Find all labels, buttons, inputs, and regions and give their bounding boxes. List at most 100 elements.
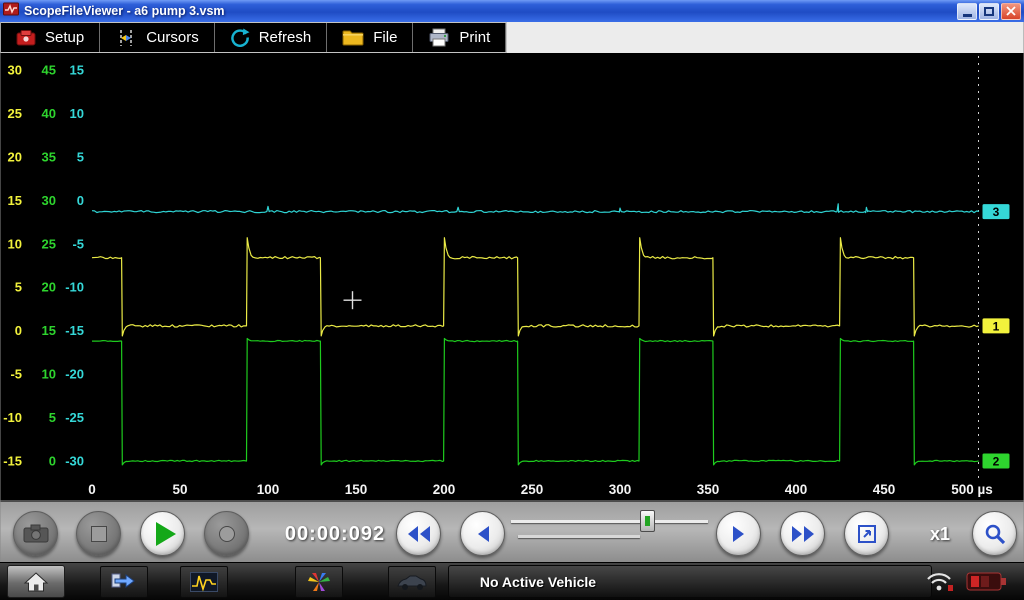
vehicle-button[interactable] <box>388 566 436 598</box>
y-axis-label-ch1: 0 <box>15 323 22 338</box>
y-axis-label-ch2: 10 <box>42 367 56 382</box>
channel-2-trace <box>92 339 979 465</box>
y-axis-label-ch3: 15 <box>70 63 84 78</box>
scope-display-area: 302520151050-5-10-1545403530252015105015… <box>0 53 1024 500</box>
close-icon <box>1006 6 1016 16</box>
zoom-level-label: x1 <box>916 524 964 545</box>
data-exchange-button[interactable] <box>100 566 148 598</box>
channel-marker-3[interactable]: 3 <box>982 204 1010 220</box>
rewind-icon <box>406 523 432 545</box>
y-axis-label-ch1: 25 <box>8 106 22 121</box>
setup-label: Setup <box>45 29 84 46</box>
print-label: Print <box>459 29 490 46</box>
x-axis-label: 250 <box>521 482 544 497</box>
toolbar-empty-area <box>507 22 1024 53</box>
data-exchange-icon <box>110 572 138 592</box>
wifi-button[interactable] <box>924 569 954 598</box>
scope-plot: 302520151050-5-10-1545403530252015105015… <box>0 53 1024 500</box>
titlebar: ScopeFileViewer - a6 pump 3.vsm <box>0 0 1024 22</box>
step-forward-button[interactable] <box>716 511 761 556</box>
secondary-slider-track[interactable] <box>518 535 640 538</box>
record-icon <box>219 526 235 542</box>
step-forward-icon <box>731 523 747 545</box>
setup-button[interactable]: Setup <box>1 23 100 52</box>
y-axis-label-ch1: -10 <box>3 410 22 425</box>
x-axis-label: 400 <box>785 482 808 497</box>
snapshot-button[interactable] <box>13 511 58 556</box>
y-axis-label-ch2: 40 <box>42 106 56 121</box>
step-back-icon <box>475 523 491 545</box>
y-axis-label-ch3: -25 <box>65 410 84 425</box>
y-axis-label-ch2: 20 <box>42 280 56 295</box>
record-button[interactable] <box>204 511 249 556</box>
home-icon <box>23 571 49 593</box>
y-axis-label-ch3: 5 <box>77 149 84 164</box>
scope-icon <box>190 572 218 592</box>
y-axis-label-ch3: 10 <box>70 106 84 121</box>
fast-forward-button[interactable] <box>780 511 825 556</box>
stop-button[interactable] <box>76 511 121 556</box>
expand-icon <box>856 523 878 545</box>
wifi-icon <box>924 569 954 593</box>
file-label: File <box>373 29 397 46</box>
channel-marker-2[interactable]: 2 <box>982 453 1010 469</box>
app-icon <box>3 2 19 21</box>
play-icon <box>156 522 176 546</box>
rewind-button[interactable] <box>396 511 441 556</box>
minimize-icon <box>963 14 972 17</box>
play-button[interactable] <box>140 511 185 556</box>
x-axis-label: 200 <box>433 482 456 497</box>
magnifier-icon <box>983 522 1007 546</box>
position-slider-handle[interactable] <box>640 510 655 532</box>
battery-button[interactable] <box>966 568 1008 599</box>
cursors-label: Cursors <box>146 29 199 46</box>
starburst-icon <box>306 571 332 593</box>
zoom-button[interactable] <box>972 511 1017 556</box>
x-axis-label: 300 <box>609 482 632 497</box>
position-slider-track[interactable] <box>511 520 708 523</box>
channel-marker-label-1: 1 <box>993 319 1000 333</box>
refresh-icon <box>230 28 250 47</box>
home-button[interactable] <box>7 565 65 598</box>
y-axis-label-ch2: 30 <box>42 193 56 208</box>
print-button[interactable]: Print <box>413 23 506 52</box>
cursors-button[interactable]: Cursors <box>100 23 215 52</box>
y-axis-label-ch1: 20 <box>8 149 22 164</box>
y-axis-label-ch3: -20 <box>65 367 84 382</box>
toolbar: Setup Cursors Refresh File Print <box>0 22 1024 53</box>
y-axis-label-ch3: -10 <box>65 280 84 295</box>
x-axis-label: 50 <box>172 482 187 497</box>
tests-button[interactable] <box>295 566 343 598</box>
refresh-button[interactable]: Refresh <box>215 23 328 52</box>
toolbar-strip: Setup Cursors Refresh File Print <box>0 22 507 53</box>
y-axis-label-ch1: 30 <box>8 63 22 78</box>
expand-view-button[interactable] <box>844 511 889 556</box>
y-axis-label-ch3: 0 <box>77 193 84 208</box>
scope-button[interactable] <box>180 566 228 598</box>
step-back-button[interactable] <box>460 511 505 556</box>
channel-marker-1[interactable]: 1 <box>982 318 1010 334</box>
channel-marker-label-3: 3 <box>993 205 1000 219</box>
minimize-button[interactable] <box>957 3 977 20</box>
print-icon <box>428 28 450 47</box>
playback-toolbar: 00:00:092 x1 <box>0 500 1024 562</box>
stop-icon <box>91 526 107 542</box>
close-button[interactable] <box>1001 3 1021 20</box>
maximize-icon <box>984 7 994 16</box>
channel-marker-label-2: 2 <box>993 455 1000 469</box>
y-axis-label-ch2: 15 <box>42 323 56 338</box>
y-axis-label-ch2: 35 <box>42 149 56 164</box>
y-axis-label-ch3: -15 <box>65 323 84 338</box>
y-axis-label-ch1: 15 <box>8 193 22 208</box>
window-left-edge <box>0 22 1 562</box>
file-button[interactable]: File <box>327 23 413 52</box>
x-axis-label: 0 <box>88 482 96 497</box>
maximize-button[interactable] <box>979 3 999 20</box>
y-axis-label-ch2: 0 <box>49 454 56 469</box>
y-axis-label-ch2: 5 <box>49 410 56 425</box>
y-axis-label-ch1: -15 <box>3 454 22 469</box>
setup-icon <box>16 29 36 47</box>
file-icon <box>342 29 364 47</box>
cursors-icon <box>115 29 137 47</box>
y-axis-label-ch1: 5 <box>15 280 22 295</box>
